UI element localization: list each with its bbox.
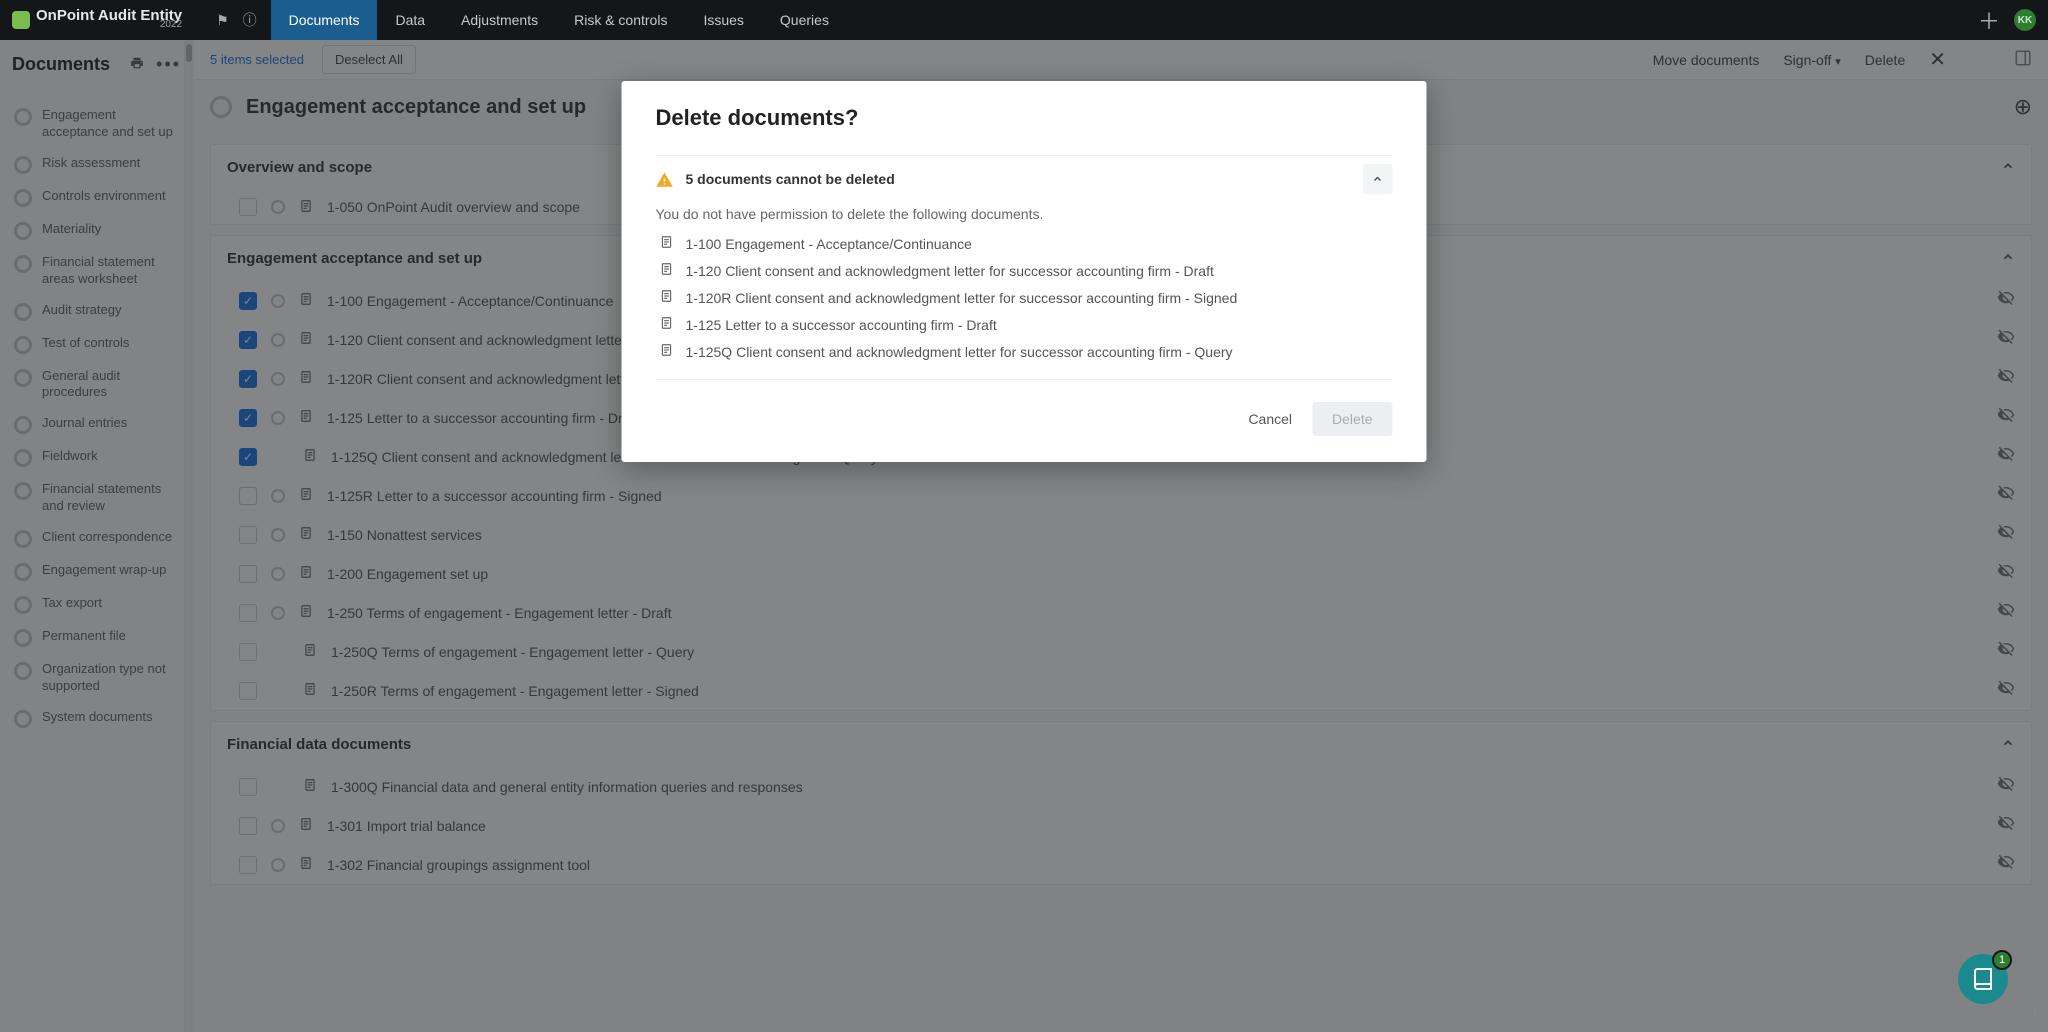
tab-adjustments[interactable]: Adjustments [443, 0, 556, 40]
modal-title: Delete documents? [656, 105, 1393, 131]
warn-item-name: 1-125 Letter to a successor accounting f… [686, 317, 997, 333]
nav-tabs: DocumentsDataAdjustmentsRisk & controlsI… [271, 0, 847, 40]
tab-risk-controls[interactable]: Risk & controls [556, 0, 685, 40]
delete-modal: Delete documents? 5 documents cannot be … [622, 81, 1427, 462]
avatar[interactable]: KK [2014, 9, 2036, 31]
warn-item: 1-120R Client consent and acknowledgment… [656, 284, 1393, 311]
warn-title: 5 documents cannot be deleted [686, 171, 1349, 187]
help-fab[interactable]: 1 [1958, 954, 2008, 1004]
confirm-delete-button: Delete [1312, 402, 1392, 436]
add-icon[interactable]: ＋ [1978, 4, 2000, 36]
tab-data[interactable]: Data [377, 0, 443, 40]
brand: OnPoint Audit Entity 2022 [12, 8, 202, 33]
document-icon [660, 289, 674, 306]
warn-description: You do not have permission to delete the… [656, 202, 1393, 230]
warn-list: 1-100 Engagement - Acceptance/Continuanc… [656, 230, 1393, 380]
tab-documents[interactable]: Documents [271, 0, 378, 40]
expand-caret-icon[interactable]: ‹ [2033, 1004, 2038, 1022]
warn-item: 1-125 Letter to a successor accounting f… [656, 311, 1393, 338]
warn-item-name: 1-125Q Client consent and acknowledgment… [686, 344, 1233, 360]
tab-issues[interactable]: Issues [685, 0, 761, 40]
document-icon [660, 343, 674, 360]
flag-icon[interactable]: ⚑ [216, 12, 229, 29]
document-icon [660, 235, 674, 252]
top-icons: ⚑ ⓘ [202, 10, 271, 30]
warn-item-name: 1-100 Engagement - Acceptance/Continuanc… [686, 236, 972, 252]
warn-item: 1-100 Engagement - Acceptance/Continuanc… [656, 230, 1393, 257]
tab-queries[interactable]: Queries [762, 0, 847, 40]
cancel-button[interactable]: Cancel [1248, 411, 1292, 427]
warn-item: 1-120 Client consent and acknowledgment … [656, 257, 1393, 284]
collapse-warning-icon[interactable] [1363, 164, 1393, 194]
warn-item-name: 1-120 Client consent and acknowledgment … [686, 263, 1214, 279]
warn-item: 1-125Q Client consent and acknowledgment… [656, 338, 1393, 365]
document-icon [660, 316, 674, 333]
info-icon[interactable]: ⓘ [243, 10, 257, 30]
top-nav: OnPoint Audit Entity 2022 ⚑ ⓘ DocumentsD… [0, 0, 2048, 40]
brand-year: 2022 [160, 20, 182, 30]
brand-icon [12, 11, 30, 29]
warn-item-name: 1-120R Client consent and acknowledgment… [686, 290, 1238, 306]
document-icon [660, 262, 674, 279]
warning-icon [656, 171, 672, 187]
fab-badge: 1 [1992, 950, 2012, 970]
